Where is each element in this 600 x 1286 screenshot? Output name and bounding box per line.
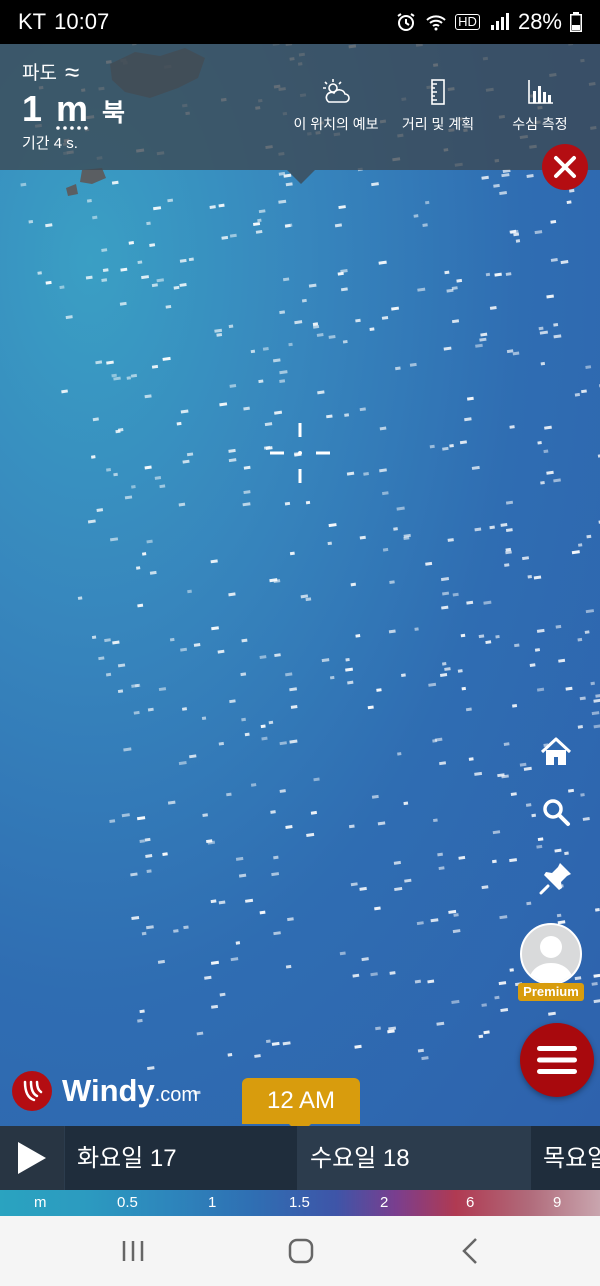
legend-label: 9 xyxy=(553,1194,562,1211)
legend-label: 1 xyxy=(208,1194,217,1211)
color-legend[interactable]: m 0.5 1 1.5 2 6 9 xyxy=(0,1190,600,1216)
timeline[interactable]: 화요일 17 수요일 18 목요일 xyxy=(0,1126,600,1190)
home-nav-icon xyxy=(288,1238,314,1264)
play-button[interactable] xyxy=(0,1126,64,1190)
brand-name: Windy.com xyxy=(62,1073,199,1108)
avatar[interactable] xyxy=(520,923,582,985)
hd-voice-icon: HD xyxy=(455,14,480,30)
legend-label: 1.5 xyxy=(289,1194,310,1211)
wave-unit[interactable]: m xyxy=(56,88,88,130)
ruler-icon xyxy=(431,79,445,105)
windy-logo-icon xyxy=(12,1071,52,1111)
close-button[interactable] xyxy=(542,144,588,190)
pin-icon xyxy=(539,863,571,895)
recent-apps-icon xyxy=(122,1241,144,1261)
legend-label: 0.5 xyxy=(117,1194,138,1211)
close-icon xyxy=(554,156,576,178)
wifi-icon xyxy=(426,15,446,31)
islet xyxy=(66,168,106,196)
pin-button[interactable] xyxy=(534,856,578,900)
wave-symbol-icon: ≈ xyxy=(64,56,80,87)
system-nav-bar xyxy=(0,1216,600,1286)
play-icon xyxy=(18,1142,46,1174)
bar-chart-icon xyxy=(528,80,553,104)
alarm-icon xyxy=(397,13,415,31)
current-time-badge[interactable]: 12 AM xyxy=(242,1078,360,1124)
legend-label: 2 xyxy=(380,1194,389,1211)
recent-apps-button[interactable] xyxy=(118,1236,148,1266)
wave-height: 1 xyxy=(22,88,43,129)
search-icon xyxy=(543,799,570,826)
distance-label: 거리 및 계획 xyxy=(401,116,475,132)
battery-icon xyxy=(570,12,582,32)
distance-button[interactable]: 거리 및 계획 xyxy=(398,78,478,134)
home-nav-button[interactable] xyxy=(286,1236,316,1266)
wave-reading: 1 m 북 xyxy=(22,88,125,130)
legend-label: 6 xyxy=(466,1194,475,1211)
menu-button[interactable] xyxy=(520,1023,594,1097)
home-icon xyxy=(540,737,572,765)
forecast-label: 이 위치의 예보 xyxy=(293,116,379,132)
sounding-label: 수심 측정 xyxy=(512,116,568,132)
wave-map[interactable] xyxy=(0,44,600,1126)
back-icon xyxy=(462,1238,477,1264)
layer-name: 파도 xyxy=(22,63,57,84)
carrier: KT xyxy=(18,9,47,34)
back-button[interactable] xyxy=(455,1236,485,1266)
forecast-button[interactable]: 이 위치의 예보 xyxy=(292,78,380,134)
signal-icon xyxy=(490,13,509,30)
timeline-day[interactable]: 화요일 17 xyxy=(65,1126,297,1190)
crosshair-icon[interactable] xyxy=(270,423,330,483)
wave-direction: 북 xyxy=(102,99,126,127)
search-button[interactable] xyxy=(534,790,578,834)
home-button[interactable] xyxy=(534,730,578,774)
sounding-button[interactable]: 수심 측정 xyxy=(506,78,574,134)
windy-logo[interactable]: Windy.com xyxy=(12,1071,198,1111)
timeline-day[interactable]: 수요일 18 xyxy=(298,1126,530,1190)
premium-badge[interactable]: Premium xyxy=(518,983,584,1001)
battery-percent: 28% xyxy=(517,9,562,34)
layer-title[interactable]: 파도 ≈ xyxy=(22,58,79,85)
weather-cloud-icon xyxy=(323,79,350,103)
hamburger-menu-icon xyxy=(537,1046,577,1074)
wave-particles xyxy=(20,44,600,1095)
timeline-day[interactable]: 목요일 xyxy=(531,1126,600,1190)
panel-pointer xyxy=(287,170,315,184)
status-bar: KT 10:07 HD 28% xyxy=(0,0,600,44)
user-avatar-icon xyxy=(528,936,574,983)
wave-period: 기간 4 s. xyxy=(22,135,78,152)
legend-label: m xyxy=(34,1194,47,1211)
clock: 10:07 xyxy=(54,9,110,34)
info-panel: 파도 ≈ 1 m 북 기간 4 s. 이 위치의 예보 거리 및 계획 수심 측… xyxy=(0,44,600,170)
